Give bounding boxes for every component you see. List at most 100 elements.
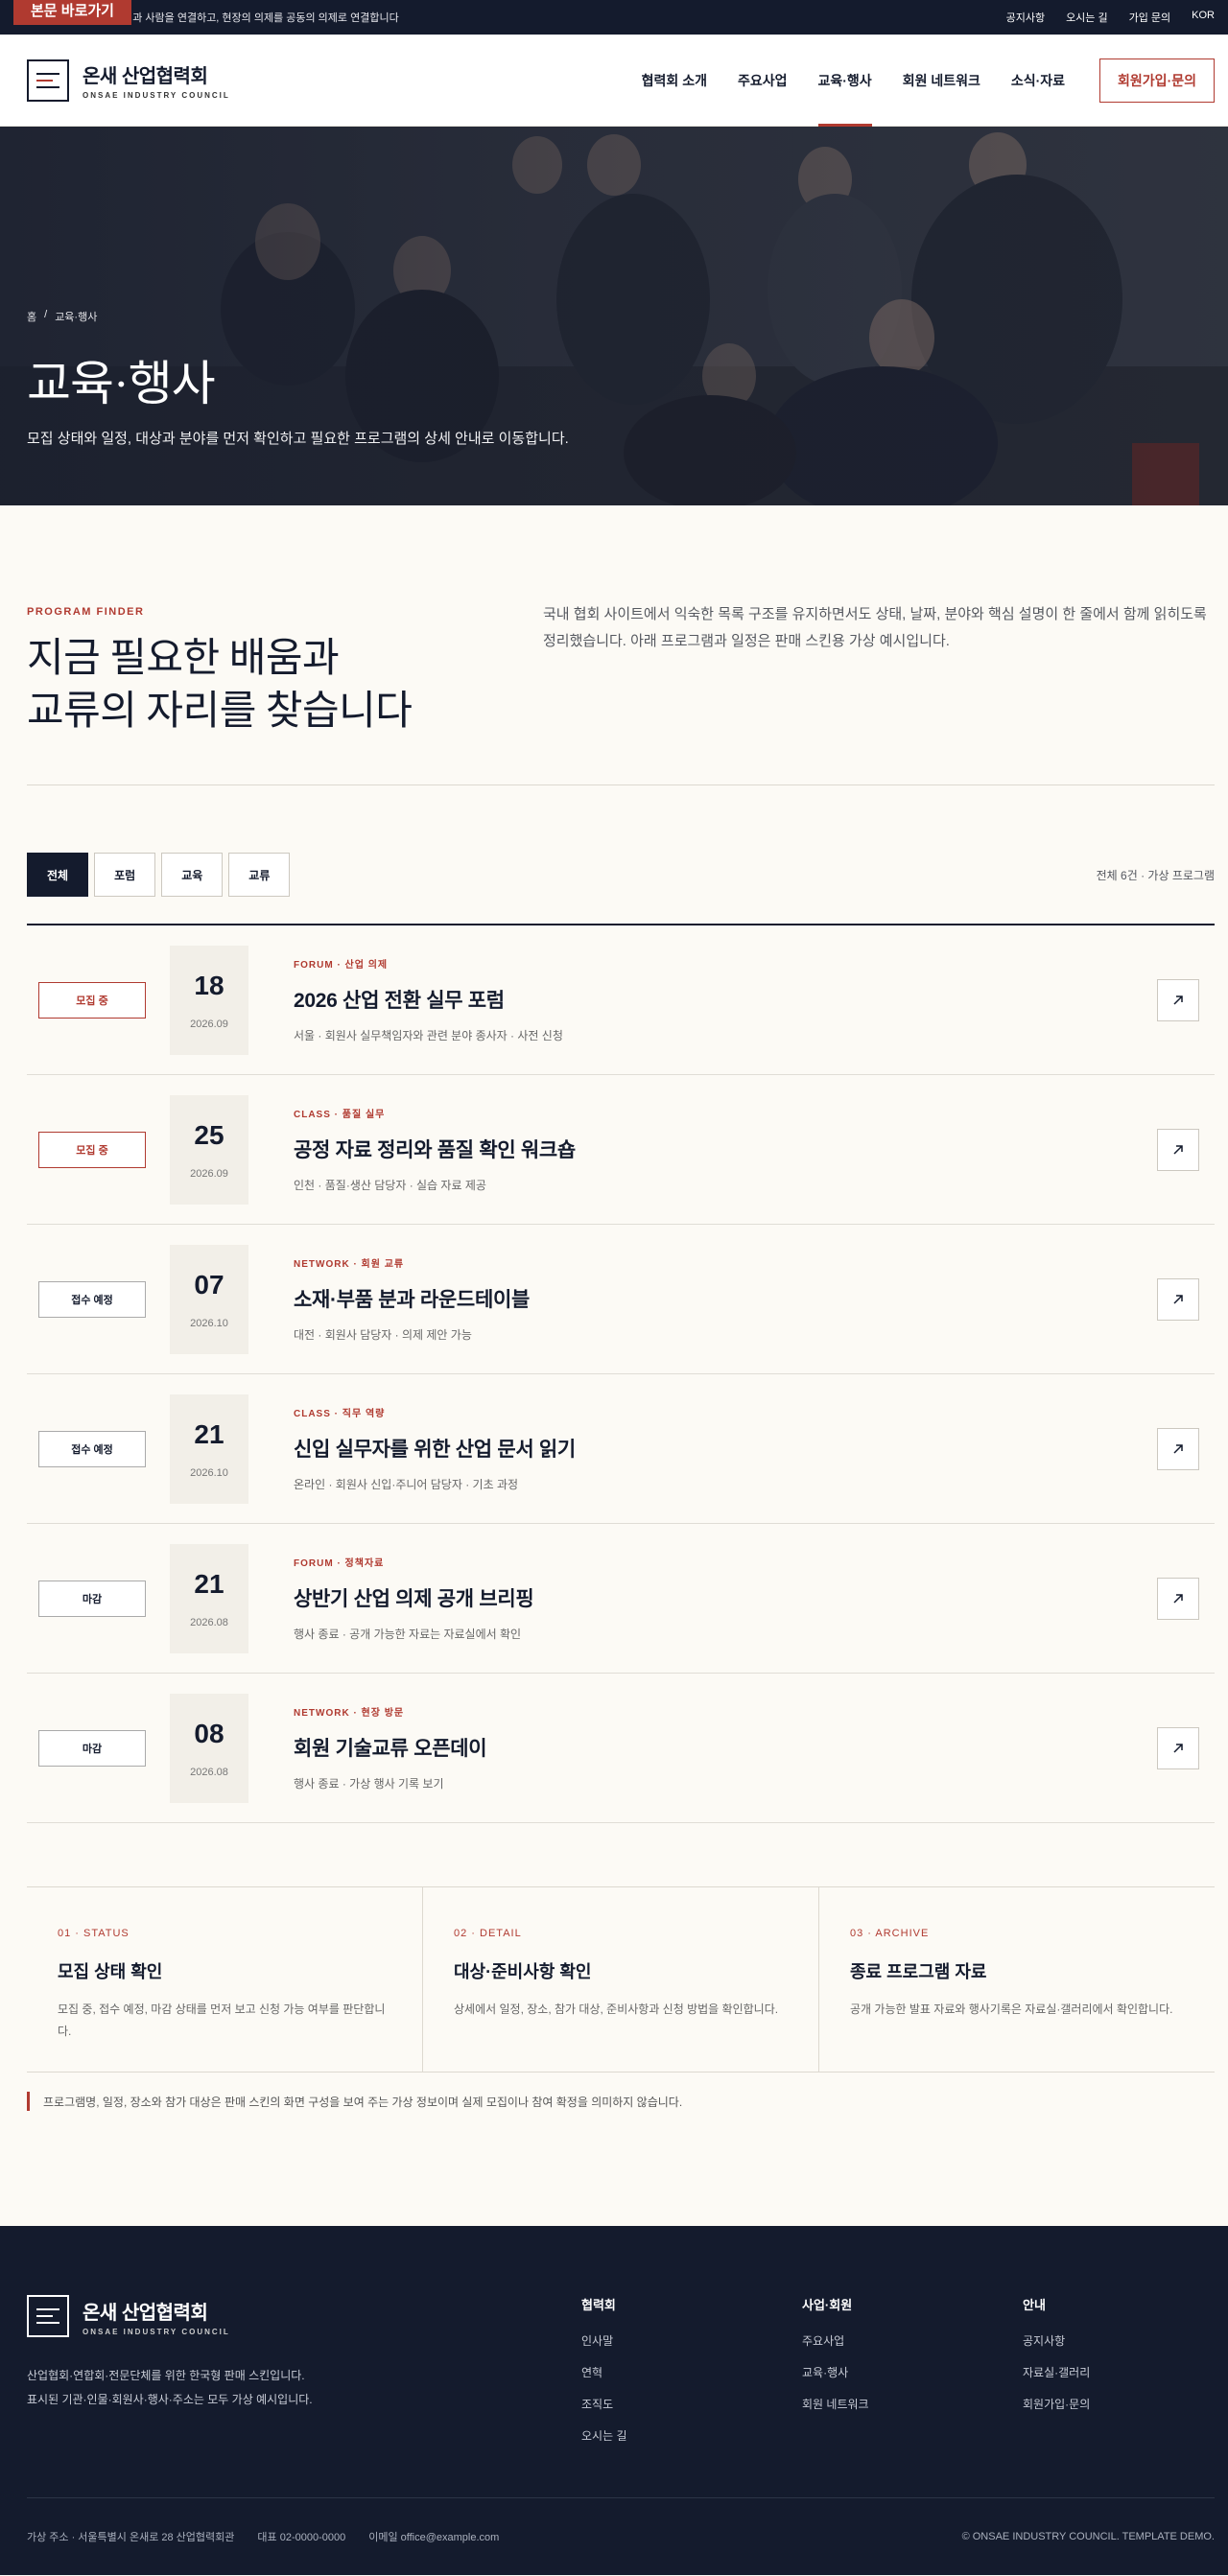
tab-education[interactable]: 교육 — [161, 853, 224, 897]
breadcrumb-home[interactable]: 홈 — [27, 309, 36, 324]
tab-all[interactable]: 전체 — [27, 853, 89, 897]
footer-link-network[interactable]: 회원 네트워크 — [802, 2396, 1023, 2412]
guide-number: 02 · DETAIL — [454, 1928, 522, 1939]
footer-copyright: © ONSAE INDUSTRY COUNCIL. TEMPLATE DEMO. — [961, 2530, 1215, 2542]
footer-col-council: 협력회 인사말 연혁 조직도 오시는 길 — [581, 2295, 802, 2497]
tab-forum[interactable]: 포럼 — [94, 853, 156, 897]
program-row[interactable]: 모집 중 25 2026.09 CLASS · 품질 실무 공정 자료 정리와 품질 확… — [27, 1075, 1215, 1225]
program-meta: 서울 · 회원사 실무책임자와 관련 분야 종사자 · 사전 신청 — [294, 1029, 563, 1042]
guide-title: 모집 상태 확인 — [58, 1962, 163, 1981]
date-year-month: 2026.09 — [190, 1018, 228, 1030]
breadcrumb: 홈 / 교육·행사 — [27, 309, 569, 324]
program-row[interactable]: 접수 예정 21 2026.10 CLASS · 직무 역량 신입 실무자를 위한 산업… — [27, 1374, 1215, 1524]
date-box: 21 2026.10 — [170, 1393, 248, 1504]
guide-description: 공개 가능한 발표 자료와 행사기록은 자료실·갤러리에서 확인합니다. — [850, 2002, 1173, 2016]
program-title[interactable]: 2026 산업 전환 실무 포럼 — [294, 985, 563, 1014]
footer-col-business: 사업·회원 주요사업 교육·행사 회원 네트워크 — [802, 2295, 1023, 2497]
join-inquiry-button[interactable]: 회원가입·문의 — [1099, 58, 1215, 103]
status-badge: 접수 예정 — [38, 1280, 146, 1318]
date-day: 07 — [194, 1269, 224, 1300]
disclaimer-notice: 프로그램명, 일정, 장소와 참가 대상은 판매 스킨의 화면 구성을 보여 주… — [27, 2092, 1215, 2111]
site-footer: 온새 산업협력회 ONSAE INDUSTRY COUNCIL 산업협회·연합회… — [0, 2226, 1228, 2575]
program-title[interactable]: 공정 자료 정리와 품질 확인 워크숍 — [294, 1135, 576, 1163]
nav-education-events[interactable]: 교육·행사 — [817, 35, 872, 127]
footer-link-education[interactable]: 교육·행사 — [802, 2364, 1023, 2380]
date-day: 25 — [194, 1119, 224, 1150]
program-info: FORUM · 정책자료 상반기 산업 의제 공개 브리핑 행사 종료 · 공개 가… — [294, 1555, 534, 1642]
footer-col-info: 안내 공지사항 자료실·갤러리 회원가입·문의 — [1023, 2295, 1215, 2497]
util-link-notice[interactable]: 공지사항 — [1006, 10, 1045, 25]
footer-link-greeting[interactable]: 인사말 — [581, 2332, 802, 2349]
program-info: NETWORK · 회원 교류 소재·부품 분과 라운드테이블 대전 · 회원사 담… — [294, 1255, 530, 1343]
date-year-month: 2026.08 — [190, 1766, 228, 1778]
program-info: NETWORK · 현장 방문회원 기술교류 오픈데이행사 종료 · 가상 행사… — [294, 1704, 487, 1791]
program-detail-button[interactable] — [1157, 1128, 1199, 1171]
footer-desc-line: 표시된 기관·인물·회원사·행사·주소는 모두 가상 예시입니다. — [27, 2393, 313, 2407]
hero-banner: 홈 / 교육·행사 교육·행사 모집 상태와 일정, 대상과 분야를 먼저 확인… — [0, 127, 1228, 505]
breadcrumb-separator: / — [44, 309, 48, 320]
program-category: NETWORK · 현장 방문 — [294, 1708, 405, 1719]
nav-business[interactable]: 주요사업 — [738, 35, 788, 127]
skip-to-content-link[interactable]: 본문 바로가기 — [13, 0, 131, 25]
util-link-join-inquiry[interactable]: 가입 문의 — [1129, 10, 1171, 25]
program-row[interactable]: 접수 예정 07 2026.10 NETWORK · 회원 교류 소재·부품 분과 라운… — [27, 1225, 1215, 1374]
program-title[interactable]: 신입 실무자를 위한 산업 문서 읽기 — [294, 1434, 576, 1463]
date-year-month: 2026.08 — [190, 1616, 228, 1628]
program-row[interactable]: 마감 08 2026.08 NETWORK · 현장 방문 회원 기술교류 오픈데이 행사… — [27, 1674, 1215, 1823]
section-title-line2: 교류의 자리를 찾습니다 — [27, 689, 413, 734]
program-detail-button[interactable] — [1157, 1427, 1199, 1470]
logo-mark-icon — [27, 2295, 69, 2337]
footer-logo-english-name: ONSAE INDUSTRY COUNCIL — [83, 2327, 230, 2336]
program-row[interactable]: 마감 21 2026.08 FORUM · 정책자료 상반기 산업 의제 공개 브리핑 행… — [27, 1524, 1215, 1674]
utility-links: 공지사항 오시는 길 가입 문의 KOR — [1006, 10, 1215, 25]
site-header: 온새 산업협력회 ONSAE INDUSTRY COUNCIL 협력회 소개 주… — [0, 35, 1228, 127]
tab-networking[interactable]: 교류 — [228, 853, 291, 897]
arrow-up-right-icon — [1173, 1294, 1183, 1304]
util-link-directions[interactable]: 오시는 길 — [1066, 10, 1108, 25]
footer-link-directions[interactable]: 오시는 길 — [581, 2427, 802, 2444]
language-selector[interactable]: KOR — [1192, 10, 1215, 25]
footer-link-history[interactable]: 연혁 — [581, 2364, 802, 2380]
footer-link-archive[interactable]: 자료실·갤러리 — [1023, 2364, 1215, 2380]
program-list: 모집 중 18 2026.09 FORUM · 산업 의제 2026 산업 전환 실무 … — [27, 924, 1215, 1823]
hero-content: 홈 / 교육·행사 교육·행사 모집 상태와 일정, 대상과 분야를 먼저 확인… — [27, 309, 569, 448]
topbar-tagline: 산업과 사람을 연결하고, 현장의 의제를 공동의 의제로 연결합니다 — [113, 12, 399, 24]
program-title[interactable]: 상반기 산업 의제 공개 브리핑 — [294, 1583, 534, 1612]
site-logo[interactable]: 온새 산업협력회 ONSAE INDUSTRY COUNCIL — [27, 59, 230, 102]
date-year-month: 2026.10 — [190, 1317, 228, 1329]
footer-link-join[interactable]: 회원가입·문의 — [1023, 2396, 1215, 2412]
program-title[interactable]: 회원 기술교류 오픈데이 — [294, 1733, 487, 1762]
logo-name: 온새 산업협력회 — [83, 66, 208, 87]
program-category: FORUM · 산업 의제 — [294, 960, 389, 971]
arrow-up-right-icon — [1173, 1144, 1183, 1155]
program-meta: 인천 · 품질·생산 담당자 · 실습 자료 제공 — [294, 1179, 486, 1192]
program-row[interactable]: 모집 중 18 2026.09 FORUM · 산업 의제 2026 산업 전환 실무 … — [27, 925, 1215, 1075]
program-meta: 행사 종료 · 가상 행사 기록 보기 — [294, 1777, 444, 1791]
program-detail-button[interactable] — [1157, 978, 1199, 1021]
program-detail-button[interactable] — [1157, 1277, 1199, 1321]
nav-member-network[interactable]: 회원 네트워크 — [903, 35, 980, 127]
nav-about[interactable]: 협력회 소개 — [642, 35, 707, 127]
arrow-up-right-icon — [1173, 1443, 1183, 1454]
logo-mark-icon — [27, 59, 69, 102]
top-utility-bar: 본문 바로가기 산업과 사람을 연결하고, 현장의 의제를 공동의 의제로 연결… — [0, 0, 1228, 35]
date-box: 21 2026.08 — [170, 1543, 248, 1653]
nav-news-resources[interactable]: 소식·자료 — [1011, 35, 1065, 127]
program-meta: 행사 종료 · 공개 가능한 자료는 자료실에서 확인 — [294, 1628, 522, 1641]
program-filter-bar: 전체 포럼 교육 교류 전체 6건 · 가상 프로그램 — [27, 853, 1215, 897]
program-meta: 대전 · 회원사 담당자 · 의제 제안 가능 — [294, 1328, 472, 1342]
footer-address: 가상 주소 · 서울특별시 온새로 28 산업협력회관 — [27, 2531, 235, 2543]
date-box: 07 2026.10 — [170, 1244, 248, 1354]
footer-col-title: 사업·회원 — [802, 2298, 853, 2312]
footer-link-organization[interactable]: 조직도 — [581, 2396, 802, 2412]
program-title[interactable]: 소재·부품 분과 라운드테이블 — [294, 1284, 530, 1313]
footer-link-notice[interactable]: 공지사항 — [1023, 2332, 1215, 2349]
status-badge: 마감 — [38, 1729, 146, 1767]
guide-title: 대상·준비사항 확인 — [454, 1962, 592, 1981]
program-detail-button[interactable] — [1157, 1726, 1199, 1769]
footer-logo[interactable]: 온새 산업협력회 ONSAE INDUSTRY COUNCIL — [27, 2295, 581, 2337]
arrow-up-right-icon — [1173, 1593, 1183, 1604]
section-description: 국내 협회 사이트에서 익숙한 목록 구조를 유지하면서도 상태, 날짜, 분야… — [543, 606, 1207, 649]
footer-link-business[interactable]: 주요사업 — [802, 2332, 1023, 2349]
program-detail-button[interactable] — [1157, 1577, 1199, 1620]
